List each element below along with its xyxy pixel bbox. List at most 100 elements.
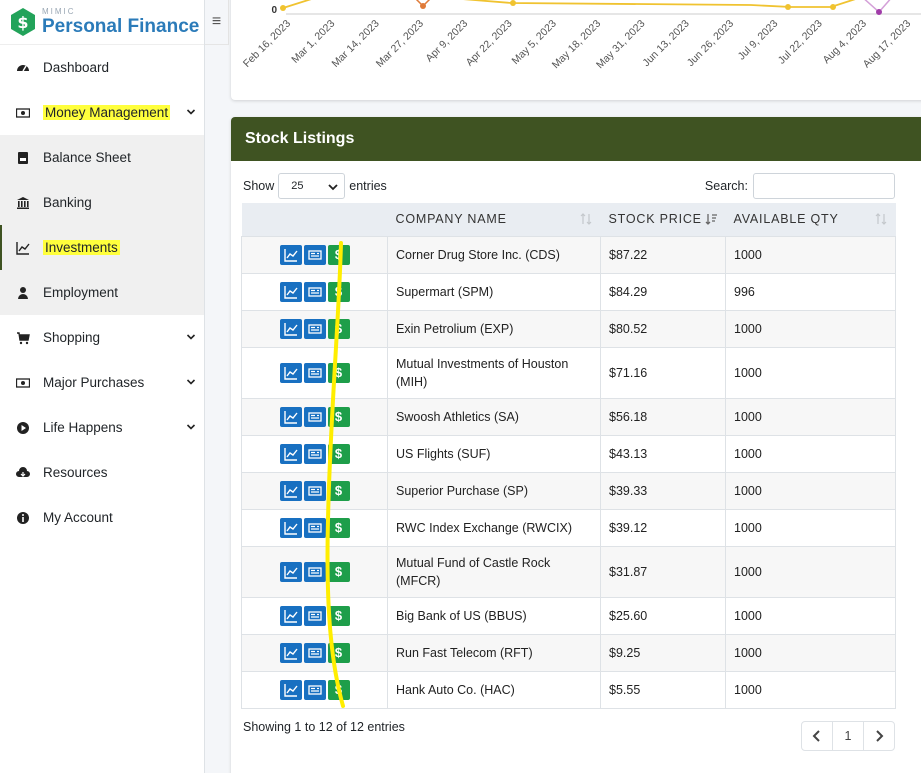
view-chart-button[interactable] [279, 517, 302, 538]
sidebar-item-money-management[interactable]: Money Management [0, 90, 204, 135]
company-name-cell: Swoosh Athletics (SA) [387, 397, 601, 436]
view-details-button[interactable] [303, 679, 326, 700]
dollar-icon: $ [334, 519, 343, 535]
sidebar-item-dashboard[interactable]: Dashboard [0, 45, 204, 90]
view-details-button[interactable] [303, 480, 326, 501]
page-1-button[interactable]: 1 [832, 722, 863, 750]
stock-price-header-label: Stock Price [608, 212, 702, 227]
newspaper-icon [307, 566, 322, 577]
chart-line-icon [283, 447, 298, 461]
sidebar-item-resources[interactable]: Resources [0, 450, 204, 495]
buy-button[interactable]: $ [327, 642, 350, 663]
view-chart-button[interactable] [279, 480, 302, 501]
buy-button[interactable]: $ [327, 517, 350, 538]
stock-price-cell: $25.60 [600, 596, 726, 635]
view-details-button[interactable] [303, 318, 326, 339]
chevron-down-icon [186, 109, 196, 115]
view-details-button[interactable] [303, 406, 326, 427]
row-actions: $ [241, 596, 388, 635]
available-qty-cell: 1000 [725, 434, 896, 473]
stock-price-cell: $80.52 [600, 309, 726, 348]
cart-icon [16, 331, 30, 345]
view-details-button[interactable] [303, 605, 326, 626]
available-qty-cell: 1000 [725, 633, 896, 672]
table-row: $ Exin Petrolium (EXP) $80.52 1000 [241, 309, 896, 348]
view-chart-button[interactable] [279, 281, 302, 302]
stock-price-column-header[interactable]: Stock Price [600, 203, 726, 236]
newspaper-icon [307, 249, 322, 260]
view-chart-button[interactable] [279, 443, 302, 464]
menu-toggle-icon[interactable]: ≡ [205, 0, 229, 45]
data-point [280, 5, 286, 11]
view-chart-button[interactable] [279, 679, 302, 700]
next-page-button[interactable] [863, 722, 894, 750]
chevron-down-icon [328, 184, 338, 191]
search-input[interactable] [753, 173, 895, 199]
buy-button[interactable]: $ [327, 480, 350, 501]
table-row: $ Mutual Fund of Castle Rock (MFCR) $31.87… [241, 545, 896, 598]
dollar-icon: $ [334, 408, 343, 424]
chevron-right-icon [876, 730, 884, 742]
available-qty-cell: 996 [725, 272, 896, 311]
company-name-column-header[interactable]: Company Name [387, 203, 601, 236]
sidebar-item-employment[interactable]: Employment [0, 270, 204, 315]
sidebar-item-balance-sheet[interactable]: Balance Sheet [0, 135, 204, 180]
chart-line-icon [283, 646, 298, 660]
view-details-button[interactable] [303, 244, 326, 265]
table-row: $ Run Fast Telecom (RFT) $9.25 1000 [241, 633, 896, 672]
balance-sheet-icon [16, 151, 30, 165]
view-chart-button[interactable] [279, 362, 302, 383]
svg-text:$: $ [17, 13, 28, 32]
brand[interactable]: $ MIMIC Personal Finance [0, 0, 204, 45]
available-qty-column-header[interactable]: Available Qty [725, 203, 896, 236]
row-actions: $ [241, 434, 388, 473]
view-details-button[interactable] [303, 561, 326, 582]
view-details-button[interactable] [303, 362, 326, 383]
buy-button[interactable]: $ [327, 362, 350, 383]
sidebar-item-investments[interactable]: Investments [0, 225, 204, 270]
buy-button[interactable]: $ [327, 281, 350, 302]
table-row: $ Mutual Investments of Houston (MIH) $71.… [241, 346, 896, 399]
stock-price-cell: $39.33 [600, 471, 726, 510]
sidebar-item-label: Major Purchases [43, 375, 145, 390]
view-chart-button[interactable] [279, 406, 302, 427]
view-details-button[interactable] [303, 642, 326, 663]
buy-button[interactable]: $ [327, 318, 350, 339]
view-chart-button[interactable] [279, 318, 302, 339]
view-chart-button[interactable] [279, 561, 302, 582]
chart-line-icon [283, 410, 298, 424]
newspaper-icon [307, 522, 322, 533]
actions-column-header [241, 203, 388, 236]
sidebar-item-banking[interactable]: Banking [0, 180, 204, 225]
buy-button[interactable]: $ [327, 561, 350, 582]
entries-select-value: 25 [291, 180, 304, 192]
view-details-button[interactable] [303, 443, 326, 464]
buy-button[interactable]: $ [327, 679, 350, 700]
available-qty-cell: 1000 [725, 309, 896, 348]
buy-button[interactable]: $ [327, 406, 350, 427]
sidebar-item-life-happens[interactable]: Life Happens [0, 405, 204, 450]
sort-icon [580, 213, 591, 225]
newspaper-icon [307, 286, 322, 297]
sidebar-item-major-purchases[interactable]: Major Purchases [0, 360, 204, 405]
table-row: $ Big Bank of US (BBUS) $25.60 1000 [241, 596, 896, 635]
buy-button[interactable]: $ [327, 244, 350, 265]
view-chart-button[interactable] [279, 244, 302, 265]
x-tick-label: Mar 1, 2023 [289, 18, 337, 66]
sidebar-item-my-account[interactable]: My Account [0, 495, 204, 540]
buy-button[interactable]: $ [327, 443, 350, 464]
x-tick-label: Aug 17, 2023 [861, 18, 914, 71]
entries-select[interactable]: 25 [278, 173, 346, 199]
chevron-down-icon [186, 424, 196, 430]
data-point [510, 0, 516, 6]
prev-page-button[interactable] [802, 722, 832, 750]
view-details-button[interactable] [303, 281, 326, 302]
buy-button[interactable]: $ [327, 605, 350, 626]
view-details-button[interactable] [303, 517, 326, 538]
row-actions: $ [241, 346, 388, 399]
chart-line-icon [283, 322, 298, 336]
view-chart-button[interactable] [279, 605, 302, 626]
view-chart-button[interactable] [279, 642, 302, 663]
sidebar-item-shopping[interactable]: Shopping [0, 315, 204, 360]
available-qty-cell: 1000 [725, 545, 896, 598]
